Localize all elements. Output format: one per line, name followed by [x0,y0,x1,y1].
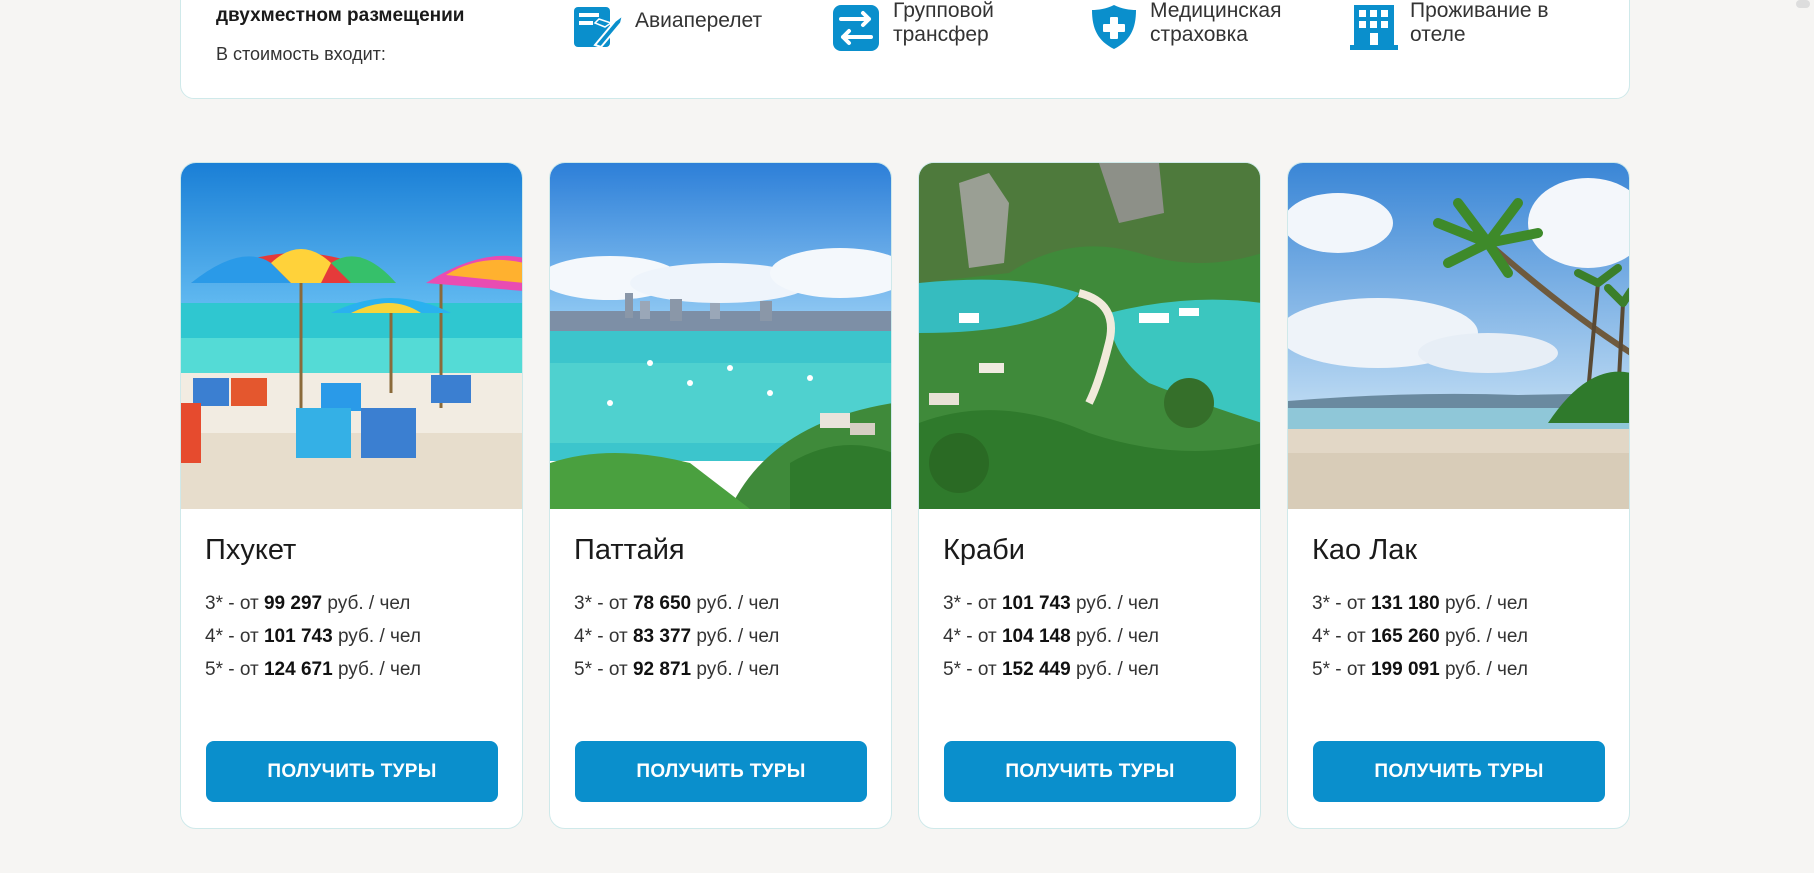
get-tours-button[interactable]: ПОЛУЧИТЬ ТУРЫ [206,741,498,802]
feature-insurance-line2: страховка [1150,23,1248,46]
feature-transfer-line1: Групповой [893,0,994,22]
price-amount: 104 148 [1001,626,1071,647]
price-amount: 83 377 [632,626,692,647]
card-title: Паттайя [574,534,685,566]
price-line-3star: 3* - от 101 743 руб. / чел [943,593,1159,614]
price-amount: 101 743 [1001,593,1071,614]
destination-card-krabi: Краби 3* - от 101 743 руб. / чел 4* - от… [918,162,1261,829]
includes-label: В стоимость входит: [216,44,386,64]
tour-includes-panel: двухместном размещении В стоимость входи… [180,0,1630,99]
price-line-3star: 3* - от 131 180 руб. / чел [1312,593,1528,614]
card-title: Као Лак [1312,534,1418,566]
accommodation-title: двухместном размещении [216,5,465,26]
medical-shield-icon [1086,1,1142,53]
price-line-3star: 3* - от 78 650 руб. / чел [574,593,780,614]
price-amount: 78 650 [632,593,692,614]
price-line-3star: 3* - от 99 297 руб. / чел [205,593,411,614]
price-amount: 99 297 [263,593,323,614]
feature-transfer: Групповой трансфер [829,0,994,53]
card-title: Краби [943,534,1025,566]
price-line-4star: 4* - от 104 148 руб. / чел [943,626,1159,647]
get-tours-button[interactable]: ПОЛУЧИТЬ ТУРЫ [575,741,867,802]
price-amount: 124 671 [263,659,333,680]
hotel-building-icon [1346,1,1402,53]
price-line-5star: 5* - от 124 671 руб. / чел [205,659,421,680]
price-line-4star: 4* - от 165 260 руб. / чел [1312,626,1528,647]
card-title: Пхукет [205,534,297,566]
feature-flight: Авиаперелет [571,1,762,53]
price-amount: 165 260 [1370,626,1440,647]
price-line-5star: 5* - от 199 091 руб. / чел [1312,659,1528,680]
feature-flight-line1: Авиаперелет [635,9,763,32]
tour-includes-intro: двухместном размещении В стоимость входи… [216,5,464,65]
price-amount: 92 871 [632,659,692,680]
price-line-5star: 5* - от 92 871 руб. / чел [574,659,780,680]
feature-insurance-line1: Медицинская [1150,0,1282,22]
get-tours-button[interactable]: ПОЛУЧИТЬ ТУРЫ [1313,741,1605,802]
feature-transfer-line2: трансфер [893,23,989,46]
bay-city-photo [550,163,891,509]
feature-hotel-line2: отеле [1410,23,1466,46]
feature-hotel-line1: Проживание в [1410,0,1549,22]
beach-umbrellas-photo [181,163,522,509]
destination-card-phuket: Пхукет 3* - от 99 297 руб. / чел 4* - от… [180,162,523,829]
price-amount: 131 180 [1370,593,1440,614]
price-amount: 199 091 [1370,659,1440,680]
feature-hotel: Проживание в отеле [1346,0,1549,53]
feature-insurance: Медицинская страховка [1086,0,1282,53]
palm-beach-photo [1288,163,1629,509]
page-scrollbar[interactable] [1790,0,1814,873]
price-list: 3* - от 78 650 руб. / чел 4* - от 83 377… [574,587,779,686]
price-line-4star: 4* - от 101 743 руб. / чел [205,626,421,647]
plane-ticket-icon [571,1,627,53]
destination-card-khao-lak: Као Лак 3* - от 131 180 руб. / чел 4* - … [1287,162,1630,829]
price-list: 3* - от 131 180 руб. / чел 4* - от 165 2… [1312,587,1528,686]
price-list: 3* - от 99 297 руб. / чел 4* - от 101 74… [205,587,421,686]
get-tours-button[interactable]: ПОЛУЧИТЬ ТУРЫ [944,741,1236,802]
destination-card-pattaya: Паттайя 3* - от 78 650 руб. / чел 4* - о… [549,162,892,829]
price-line-4star: 4* - от 83 377 руб. / чел [574,626,780,647]
price-line-5star: 5* - от 152 449 руб. / чел [943,659,1159,680]
price-list: 3* - от 101 743 руб. / чел 4* - от 104 1… [943,587,1159,686]
scrollbar-thumb[interactable] [1796,0,1810,8]
island-lagoon-photo [919,163,1260,509]
transfer-arrows-icon [829,1,885,53]
price-amount: 101 743 [263,626,333,647]
price-amount: 152 449 [1001,659,1071,680]
